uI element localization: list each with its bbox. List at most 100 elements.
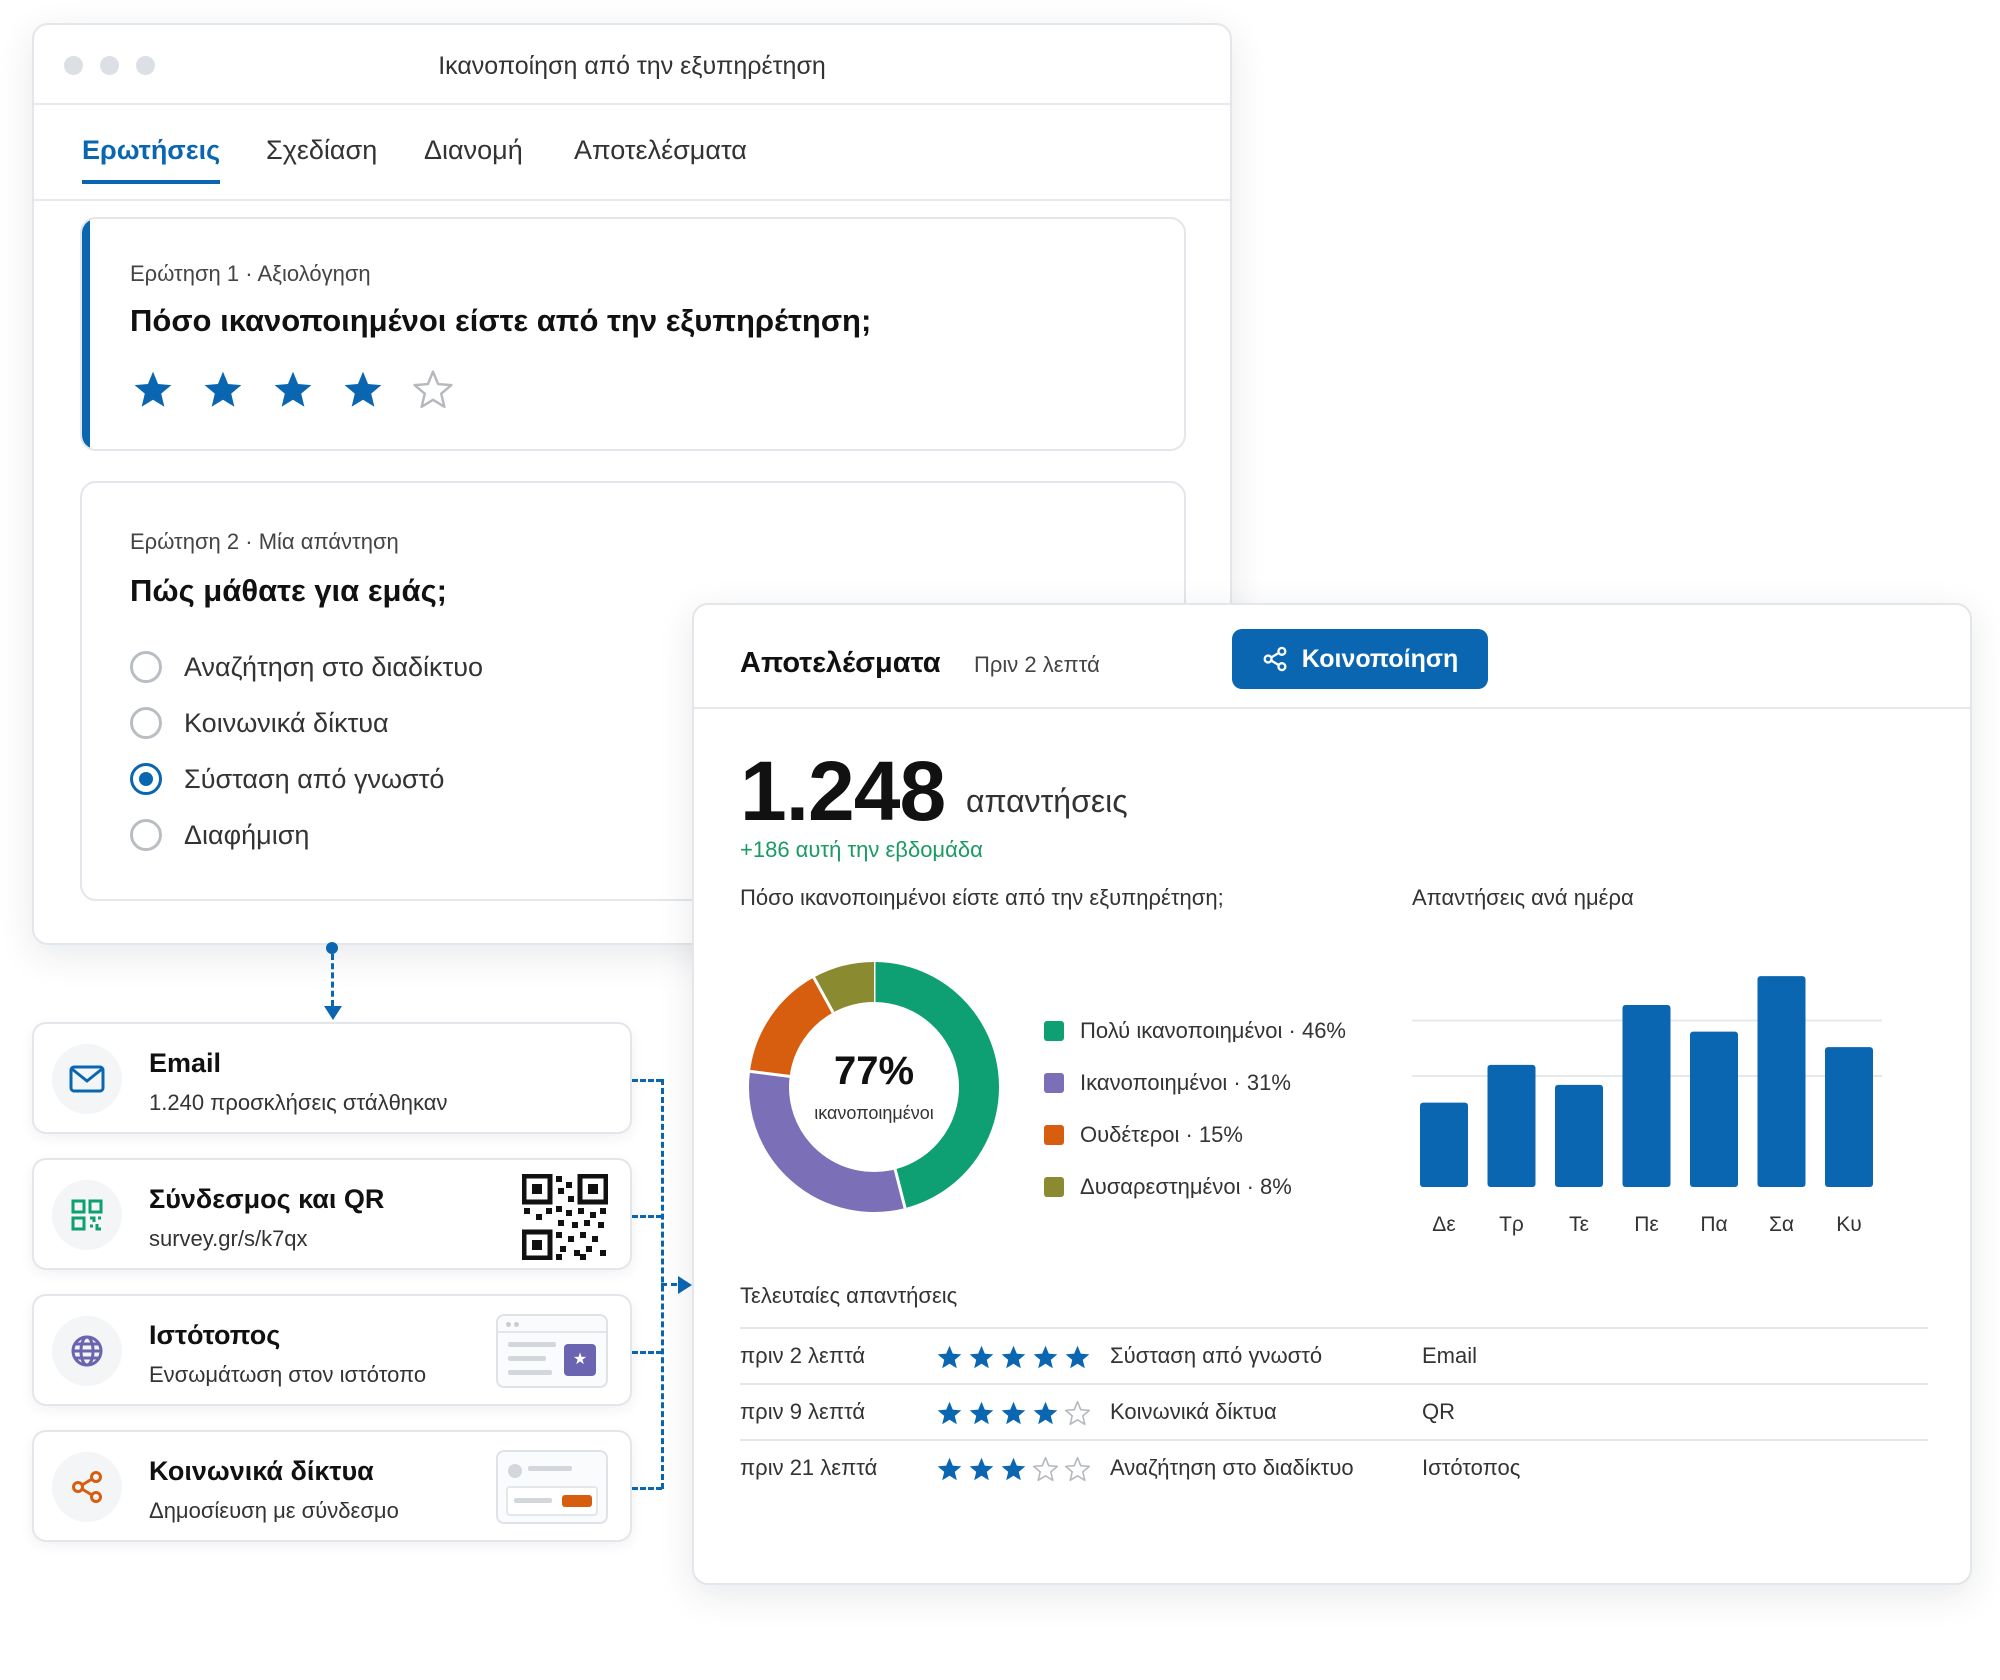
legend-item: Πολύ ικανοποιημένοι · 46% (1044, 1005, 1346, 1057)
donut-center-label: ικανοποιημένοι (814, 1103, 934, 1123)
legend-swatch (1044, 1177, 1064, 1197)
option-social-media[interactable]: Κοινωνικά δίκτυα (130, 707, 389, 739)
connector-line (632, 1487, 662, 1490)
total-responses-unit: απαντήσεις (966, 783, 1128, 819)
results-updated-time: Πριν 2 λεπτά (974, 652, 1100, 677)
results-header: Αποτελέσματα Πριν 2 λεπτά Κοινοποίηση (694, 605, 1970, 709)
legend-swatch (1044, 1073, 1064, 1093)
distribution-email-card[interactable]: Email 1.240 προσκλήσεις στάλθηκαν (32, 1022, 632, 1134)
star-filled-icon (1065, 1345, 1090, 1369)
distribution-title: Κοινωνικά δίκτυα (149, 1456, 374, 1486)
legend-item: Δυσαρεστημένοι · 8% (1044, 1161, 1346, 1213)
bar-tick-label: Τρ (1499, 1213, 1524, 1236)
tab-questions[interactable]: Ερωτήσεις (82, 135, 221, 184)
bar-Πε (1622, 1004, 1671, 1187)
star-filled-icon[interactable] (202, 369, 244, 411)
distribution-link-qr-card[interactable]: Σύνδεσμος και QR survey.gr/s/k7qx (32, 1158, 632, 1270)
option-referral[interactable]: Σύσταση από γνωστό (130, 763, 444, 795)
distribution-title: Email (149, 1048, 222, 1078)
response-answer: Σύσταση από γνωστό (1110, 1343, 1323, 1368)
bar-Πα (1690, 1031, 1738, 1187)
star-filled-icon (969, 1401, 994, 1425)
connector-dot (326, 942, 338, 954)
star-filled-icon[interactable] (342, 369, 384, 411)
bar-tick-label: Σα (1769, 1213, 1794, 1236)
star-rating (132, 369, 454, 411)
distribution-title: Σύνδεσμος και QR (149, 1184, 385, 1214)
table-row[interactable]: πριν 9 λεπτά Κοινωνικά δίκτυα QR (740, 1385, 1928, 1441)
distribution-subtitle: Δημοσίευση με σύνδεσμο (149, 1498, 399, 1523)
option-label: Σύσταση από γνωστό (184, 763, 445, 794)
response-rating (936, 1344, 1091, 1371)
bar-Τρ (1487, 1064, 1536, 1187)
arrow-down-icon (324, 1006, 342, 1020)
response-time: πριν 2 λεπτά (740, 1343, 866, 1368)
connector-line (331, 954, 334, 1006)
tab-distribution[interactable]: Διανομή (424, 135, 523, 180)
star-filled-icon (969, 1457, 994, 1481)
response-rating (936, 1456, 1091, 1483)
star-empty-icon (1064, 1400, 1091, 1426)
option-label: Κοινωνικά δίκτυα (184, 707, 389, 738)
star-empty-icon[interactable] (412, 369, 454, 411)
legend-item: Ικανοποιημένοι · 31% (1044, 1057, 1346, 1109)
option-label: Αναζήτηση στο διαδίκτυο (184, 651, 484, 682)
qr-code-preview-icon (522, 1174, 608, 1260)
bar-Σα (1757, 976, 1806, 1187)
connector-line (632, 1215, 662, 1218)
share-icon (52, 1452, 122, 1522)
tab-design[interactable]: Σχεδίαση (266, 135, 377, 180)
response-channel: Ιστότοπος (1422, 1455, 1521, 1480)
results-window: Αποτελέσματα Πριν 2 λεπτά Κοινοποίηση 1.… (692, 603, 1972, 1585)
option-advertising[interactable]: Διαφήμιση (130, 819, 309, 851)
response-time: πριν 9 λεπτά (740, 1399, 866, 1424)
star-filled-icon (1001, 1401, 1026, 1425)
donut-center-value: 77% (833, 1049, 915, 1093)
table-row[interactable]: πριν 2 λεπτά Σύσταση από γνωστό Email (740, 1329, 1928, 1385)
connector-line (632, 1079, 662, 1082)
star-filled-icon[interactable] (132, 369, 174, 411)
distribution-subtitle: 1.240 προσκλήσεις στάλθηκαν (149, 1090, 448, 1115)
response-answer: Αναζήτηση στο διαδίκτυο (1110, 1455, 1354, 1480)
website-embed-preview: ★ (496, 1314, 608, 1388)
option-web-search[interactable]: Αναζήτηση στο διαδίκτυο (130, 651, 483, 683)
radio-button[interactable] (130, 651, 162, 683)
bar-tick-label: Πε (1634, 1213, 1659, 1236)
star-filled-icon (1001, 1345, 1026, 1369)
question-card-rating[interactable]: Ερώτηση 1 · Αξιολόγηση Πόσο ικανοποιημέν… (80, 217, 1186, 451)
tab-results[interactable]: Αποτελέσματα (574, 135, 747, 180)
star-filled-icon[interactable] (272, 369, 314, 411)
response-channel: Email (1422, 1343, 1478, 1368)
total-responses-value: 1.248 (740, 744, 946, 838)
share-button-label: Κοινοποίηση (1301, 644, 1459, 673)
star-filled-icon (1033, 1401, 1058, 1425)
radio-button[interactable] (130, 819, 162, 851)
radio-button-selected[interactable] (130, 763, 162, 795)
radio-button[interactable] (130, 707, 162, 739)
question-meta: Ερώτηση 2 · Μία απάντηση (130, 529, 399, 554)
recent-responses-title: Τελευταίες απαντήσεις (740, 1283, 958, 1308)
qr-code-icon (52, 1180, 122, 1250)
star-filled-icon (937, 1345, 962, 1369)
response-channel: QR (1422, 1399, 1455, 1424)
distribution-subtitle: survey.gr/s/k7qx (149, 1226, 308, 1251)
legend-item: Ουδέτεροι · 15% (1044, 1109, 1346, 1161)
distribution-social-card[interactable]: Κοινωνικά δίκτυα Δημοσίευση με σύνδεσμο (32, 1430, 632, 1542)
table-row[interactable]: πριν 21 λεπτά Αναζήτηση στο διαδίκτυο Ιστό… (740, 1441, 1928, 1497)
response-answer: Κοινωνικά δίκτυα (1110, 1399, 1277, 1424)
star-filled-icon (1033, 1345, 1058, 1369)
star-empty-icon (1032, 1456, 1059, 1482)
bar-Κυ (1825, 1047, 1873, 1187)
window-titlebar: Ικανοποίηση από την εξυπηρέτηση (34, 25, 1230, 105)
distribution-title: Ιστότοπος (149, 1320, 281, 1350)
share-button[interactable]: Κοινοποίηση (1232, 629, 1488, 689)
tab-bar: Ερωτήσεις Σχεδίαση Διανομή Αποτελέσματα (34, 105, 1230, 201)
option-label: Διαφήμιση (184, 819, 310, 850)
legend-swatch (1044, 1125, 1064, 1145)
responses-per-day-bar-chart: Δε Τρ Τε Πε Πα Σα Κυ (1412, 976, 1882, 1236)
star-filled-icon (1001, 1457, 1026, 1481)
bar-tick-label: Κυ (1836, 1213, 1862, 1236)
bar-tick-label: Πα (1700, 1213, 1727, 1236)
question-text: Πώς μάθατε για εμάς; (130, 573, 448, 608)
distribution-website-card[interactable]: Ιστότοπος Ενσωμάτωση στον ιστότοπο ★ (32, 1294, 632, 1406)
